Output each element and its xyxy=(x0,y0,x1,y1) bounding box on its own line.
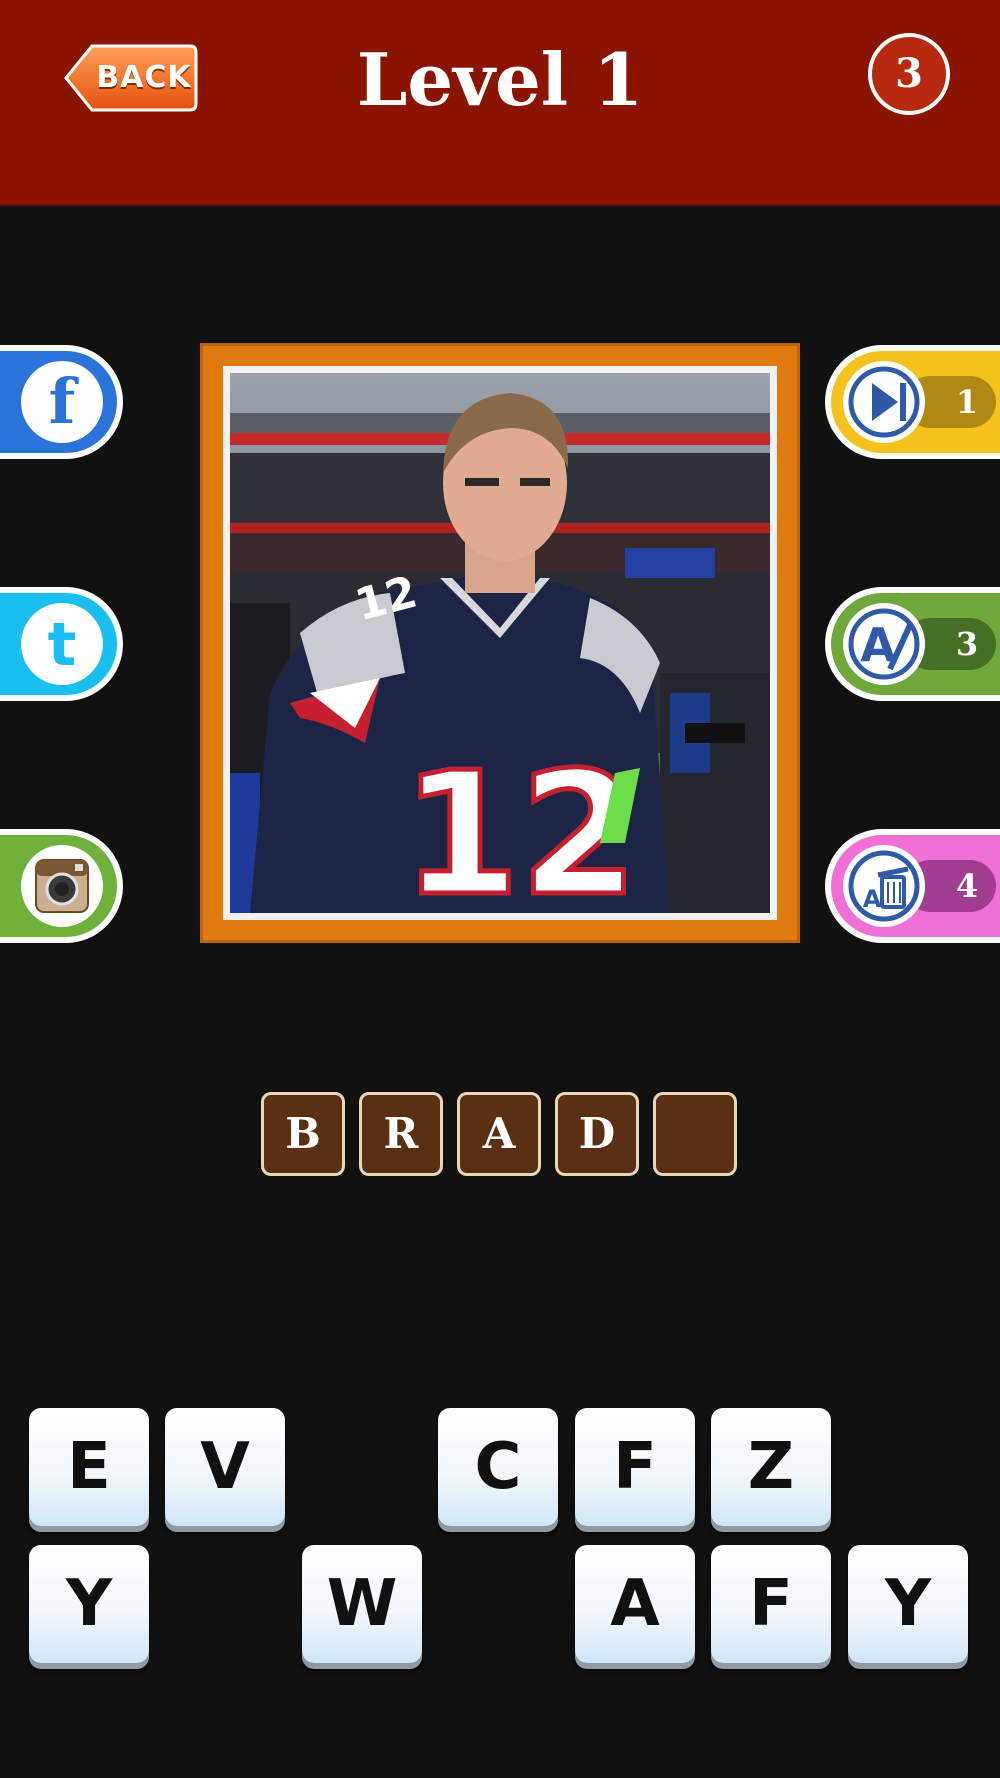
letter-key[interactable]: Y xyxy=(848,1545,968,1663)
letter-key[interactable]: F xyxy=(575,1408,695,1526)
jersey-number: 12 xyxy=(402,736,639,913)
answer-slot[interactable]: A xyxy=(457,1092,541,1176)
answer-slot[interactable] xyxy=(653,1092,737,1176)
reveal-letter-hint-button[interactable]: A 3 xyxy=(824,585,1000,703)
facebook-share-button[interactable]: f xyxy=(0,343,124,461)
skip-level-hint-button[interactable]: 1 xyxy=(824,343,1000,461)
svg-text:A: A xyxy=(863,885,882,913)
top-bar: BACK Level 1 3 xyxy=(0,0,1000,206)
coin-count-badge: 3 xyxy=(868,33,950,115)
answer-slot[interactable]: R xyxy=(359,1092,443,1176)
letter-key[interactable]: A xyxy=(575,1545,695,1663)
remove-letters-hint-button[interactable]: A 4 xyxy=(824,827,1000,945)
back-button[interactable]: BACK xyxy=(62,42,198,114)
reveal-letter-count: 3 xyxy=(955,625,979,663)
puzzle-photo: 12 12 xyxy=(223,366,777,920)
back-label: BACK xyxy=(96,60,192,95)
letter-key[interactable]: E xyxy=(29,1408,149,1526)
svg-text:t: t xyxy=(48,610,77,680)
remove-letters-count: 4 xyxy=(955,867,979,905)
answer-slot[interactable]: D xyxy=(555,1092,639,1176)
instagram-share-button[interactable] xyxy=(0,827,124,945)
letter-key[interactable]: V xyxy=(165,1408,285,1526)
letter-key[interactable]: W xyxy=(302,1545,422,1663)
letter-key[interactable]: Y xyxy=(29,1545,149,1663)
letter-key[interactable]: F xyxy=(711,1545,831,1663)
letter-key[interactable]: C xyxy=(438,1408,558,1526)
level-title: Level 1 xyxy=(356,37,644,122)
puzzle-photo-frame: 12 12 xyxy=(200,343,800,943)
skip-level-count: 1 xyxy=(955,383,979,421)
player-photo-illustration: 12 12 xyxy=(230,373,770,913)
svg-text:f: f xyxy=(49,365,79,438)
twitter-share-button[interactable]: t xyxy=(0,585,124,703)
answer-slot[interactable]: B xyxy=(261,1092,345,1176)
answer-row: B R A D xyxy=(261,1092,741,1178)
instagram-icon xyxy=(35,859,89,913)
letter-key[interactable]: Z xyxy=(711,1408,831,1526)
